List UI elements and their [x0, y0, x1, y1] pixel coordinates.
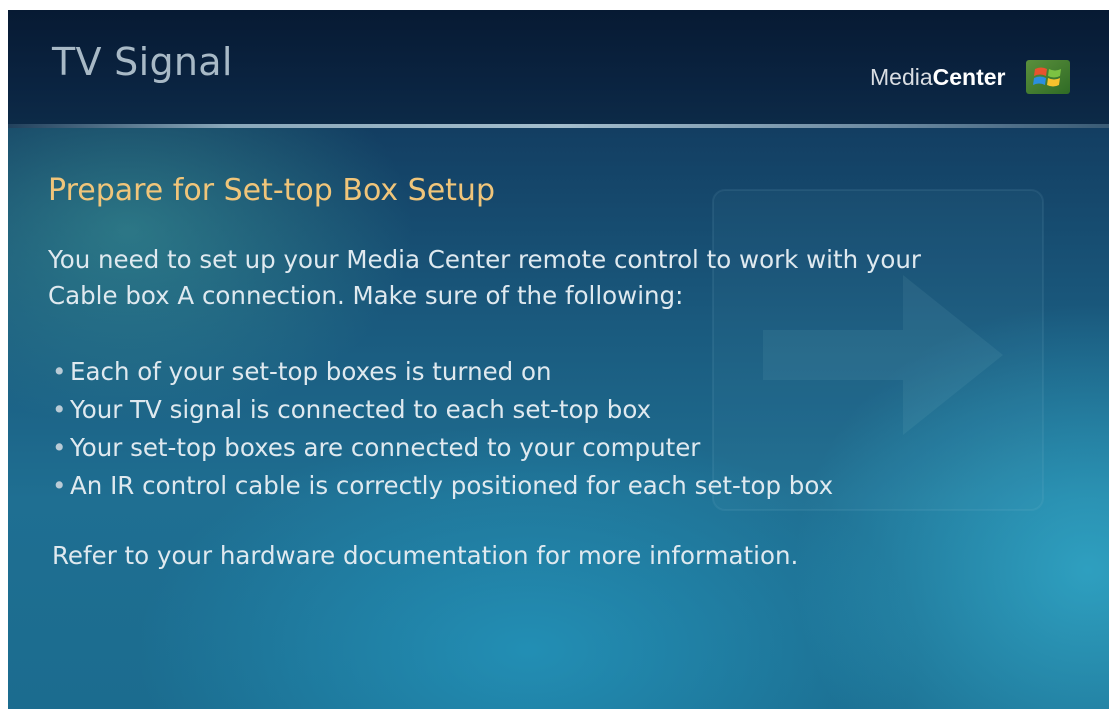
bullet-icon: •: [52, 357, 67, 386]
list-item: • Your set-top boxes are connected to you…: [52, 429, 833, 467]
bullet-icon: •: [52, 433, 67, 462]
checklist: • Each of your set-top boxes is turned on…: [52, 353, 833, 505]
intro-text: You need to set up your Media Center rem…: [48, 242, 1088, 314]
intro-line-1: You need to set up your Media Center rem…: [48, 245, 921, 274]
brand-bold: Center: [932, 64, 1006, 90]
list-item-text: An IR control cable is correctly positio…: [70, 471, 834, 500]
screen-title: TV Signal: [52, 40, 233, 84]
brand-prefix: Media: [870, 64, 933, 90]
list-item-text: Each of your set-top boxes is turned on: [70, 357, 552, 386]
list-item-text: Your TV signal is connected to each set-…: [70, 395, 652, 424]
page-heading: Prepare for Set-top Box Setup: [48, 173, 495, 208]
list-item: • Your TV signal is connected to each set…: [52, 391, 833, 429]
intro-line-2: Cable box A connection. Make sure of the…: [48, 281, 684, 310]
bullet-icon: •: [52, 395, 67, 424]
bullet-icon: •: [52, 471, 67, 500]
windows-flag-icon: [1026, 60, 1070, 94]
footer-note: Refer to your hardware documentation for…: [52, 541, 799, 570]
media-center-screen: TV Signal MediaCenter Prepare for Set-to…: [8, 10, 1109, 709]
list-item: • Each of your set-top boxes is turned on: [52, 353, 833, 391]
header-divider: [8, 124, 1109, 128]
list-item-text: Your set-top boxes are connected to your…: [70, 433, 701, 462]
media-center-brand: MediaCenter: [870, 64, 1006, 91]
list-item: • An IR control cable is correctly positi…: [52, 467, 833, 505]
